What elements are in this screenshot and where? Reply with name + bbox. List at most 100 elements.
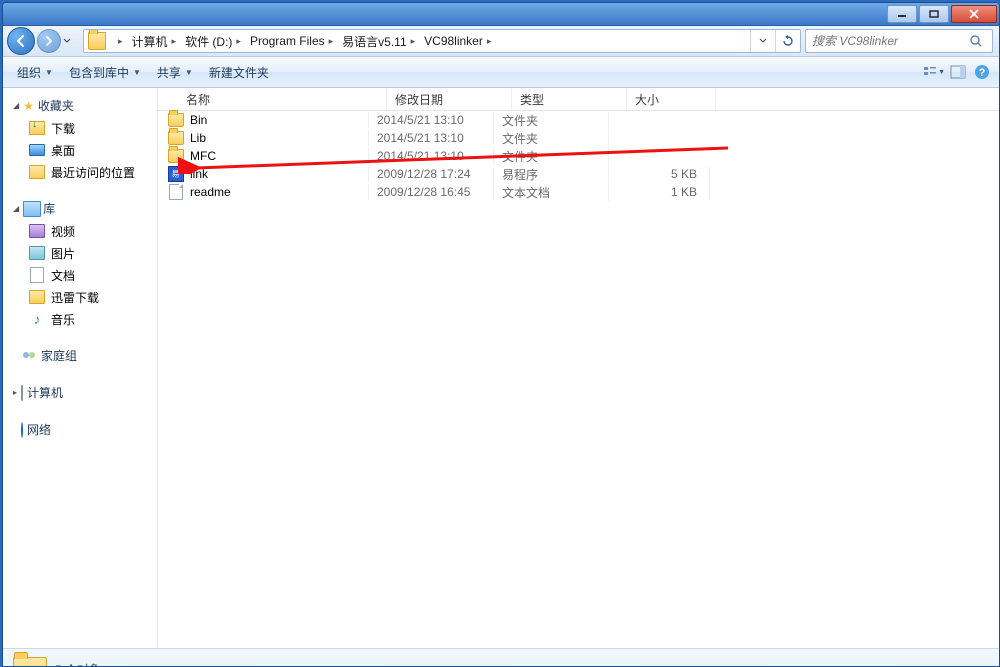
address-bar[interactable]: ▸ 计算机▸ 软件 (D:)▸ Program Files▸ 易语言v5.11▸… (83, 29, 801, 53)
nav-history-dropdown[interactable] (63, 34, 75, 48)
column-header-name[interactable]: 名称 (158, 88, 387, 110)
expand-icon: ▸ (13, 388, 17, 397)
share-button[interactable]: 共享▼ (149, 61, 201, 83)
forward-button[interactable] (37, 29, 61, 53)
desktop-icon (29, 144, 45, 156)
file-row[interactable]: MFC2014/5/21 13:10文件夹 (158, 147, 999, 165)
preview-pane-button[interactable] (947, 61, 969, 83)
breadcrumb-vc98linker[interactable]: VC98linker▸ (420, 30, 496, 52)
sidebar-group-label: 库 (43, 200, 55, 217)
file-icon (169, 184, 183, 200)
column-label: 类型 (520, 91, 544, 108)
file-row[interactable]: Lib2014/5/21 13:10文件夹 (158, 129, 999, 147)
help-button[interactable]: ? (971, 61, 993, 83)
nav-buttons (3, 27, 79, 55)
column-header-type[interactable]: 类型 (512, 88, 627, 110)
sidebar-network-header[interactable]: ▸ 网络 (3, 418, 157, 441)
file-date: 2014/5/21 13:10 (369, 113, 494, 127)
back-arrow-icon (14, 34, 28, 48)
view-icon (923, 65, 936, 79)
breadcrumb-label: 计算机 (132, 33, 168, 50)
sidebar-group-label: 家庭组 (41, 347, 77, 364)
collapse-icon: ◢ (13, 204, 19, 213)
breadcrumb-program-files[interactable]: Program Files▸ (246, 30, 338, 52)
sidebar-libraries-header[interactable]: ◢ 库 (3, 197, 157, 220)
view-options-button[interactable]: ▼ (923, 61, 945, 83)
column-label: 大小 (635, 91, 659, 108)
file-row[interactable]: Bin 2014/5/21 13:10文件夹 (158, 111, 999, 129)
sidebar-item-label: 下载 (51, 120, 75, 137)
sidebar-item-desktop[interactable]: 桌面 (3, 139, 157, 161)
toolbar-label: 共享 (157, 64, 181, 81)
column-header-size[interactable]: 大小 (627, 88, 716, 110)
body: ◢ ★ 收藏夹 下载 桌面 最近访问的位置 ◢ 库 视频 图片 文档 迅雷下载 … (3, 88, 999, 648)
breadcrumb-root-sep[interactable]: ▸ (110, 30, 128, 52)
sidebar-item-downloads[interactable]: 下载 (3, 117, 157, 139)
folder-icon (168, 131, 184, 145)
breadcrumb-computer[interactable]: 计算机▸ (128, 30, 182, 52)
explorer-window: ▸ 计算机▸ 软件 (D:)▸ Program Files▸ 易语言v5.11▸… (2, 2, 1000, 667)
sidebar-item-pictures[interactable]: 图片 (3, 242, 157, 264)
close-icon (968, 9, 980, 19)
breadcrumb-eyuyan[interactable]: 易语言v5.11▸ (338, 30, 420, 52)
sidebar-item-label: 视频 (51, 223, 75, 240)
toolbar-label: 包含到库中 (69, 64, 129, 81)
sidebar-item-videos[interactable]: 视频 (3, 220, 157, 242)
new-folder-button[interactable]: 新建文件夹 (201, 61, 277, 83)
recent-icon (29, 165, 45, 179)
pictures-icon (29, 246, 45, 260)
file-name: readme (190, 185, 231, 199)
minimize-button[interactable] (887, 5, 917, 23)
sidebar-group-label: 网络 (27, 421, 51, 438)
column-label: 修改日期 (395, 91, 443, 108)
search-button[interactable] (964, 34, 988, 48)
file-row[interactable]: readme2009/12/28 16:45文本文档1 KB (158, 183, 999, 201)
include-in-library-button[interactable]: 包含到库中▼ (61, 61, 149, 83)
folder-icon (168, 113, 184, 127)
organize-button[interactable]: 组织▼ (9, 61, 61, 83)
sidebar-homegroup-header[interactable]: ▸ 家庭组 (3, 344, 157, 367)
file-name: Bin (190, 113, 207, 127)
address-folder-icon (88, 32, 106, 50)
maximize-button[interactable] (919, 5, 949, 23)
file-date: 2014/5/21 13:10 (369, 149, 494, 163)
breadcrumb-label: 易语言v5.11 (342, 33, 406, 50)
refresh-button[interactable] (775, 30, 800, 52)
sidebar-favorites-header[interactable]: ◢ ★ 收藏夹 (3, 94, 157, 117)
breadcrumb-label: VC98linker (424, 34, 483, 48)
sidebar-item-thunder[interactable]: 迅雷下载 (3, 286, 157, 308)
details-folder-icon (13, 653, 45, 667)
music-icon: ♪ (34, 312, 41, 326)
videos-icon (29, 224, 45, 238)
back-button[interactable] (7, 27, 35, 55)
search-box[interactable] (805, 29, 993, 53)
nav-row: ▸ 计算机▸ 软件 (D:)▸ Program Files▸ 易语言v5.11▸… (3, 26, 999, 57)
search-input[interactable] (806, 33, 964, 49)
refresh-icon (782, 35, 794, 47)
address-dropdown-button[interactable] (750, 30, 775, 52)
column-header-date[interactable]: 修改日期 (387, 88, 512, 110)
breadcrumb-drive-d[interactable]: 软件 (D:)▸ (181, 30, 246, 52)
sidebar-item-recent[interactable]: 最近访问的位置 (3, 161, 157, 183)
column-label: 名称 (186, 91, 210, 108)
file-type: 文件夹 (494, 112, 609, 129)
sidebar-item-music[interactable]: ♪音乐 (3, 308, 157, 330)
sidebar-item-label: 迅雷下载 (51, 289, 99, 306)
search-icon (969, 34, 983, 48)
help-icon: ? (974, 64, 990, 80)
sidebar-computer-header[interactable]: ▸ 计算机 (3, 381, 157, 404)
sidebar-item-label: 图片 (51, 245, 75, 262)
computer-icon (21, 385, 23, 401)
file-type: 文件夹 (494, 148, 609, 165)
documents-icon (30, 267, 44, 283)
close-button[interactable] (951, 5, 997, 23)
collapse-icon: ◢ (13, 101, 19, 110)
sidebar-item-label: 最近访问的位置 (51, 164, 135, 181)
sidebar-item-documents[interactable]: 文档 (3, 264, 157, 286)
sidebar-item-label: 桌面 (51, 142, 75, 159)
file-row[interactable]: link2009/12/28 17:24易程序5 KB (158, 165, 999, 183)
file-type: 文件夹 (494, 130, 609, 147)
file-name: link (190, 167, 208, 181)
column-headers: 名称 修改日期 类型 大小 (158, 88, 999, 111)
titlebar (3, 3, 999, 26)
